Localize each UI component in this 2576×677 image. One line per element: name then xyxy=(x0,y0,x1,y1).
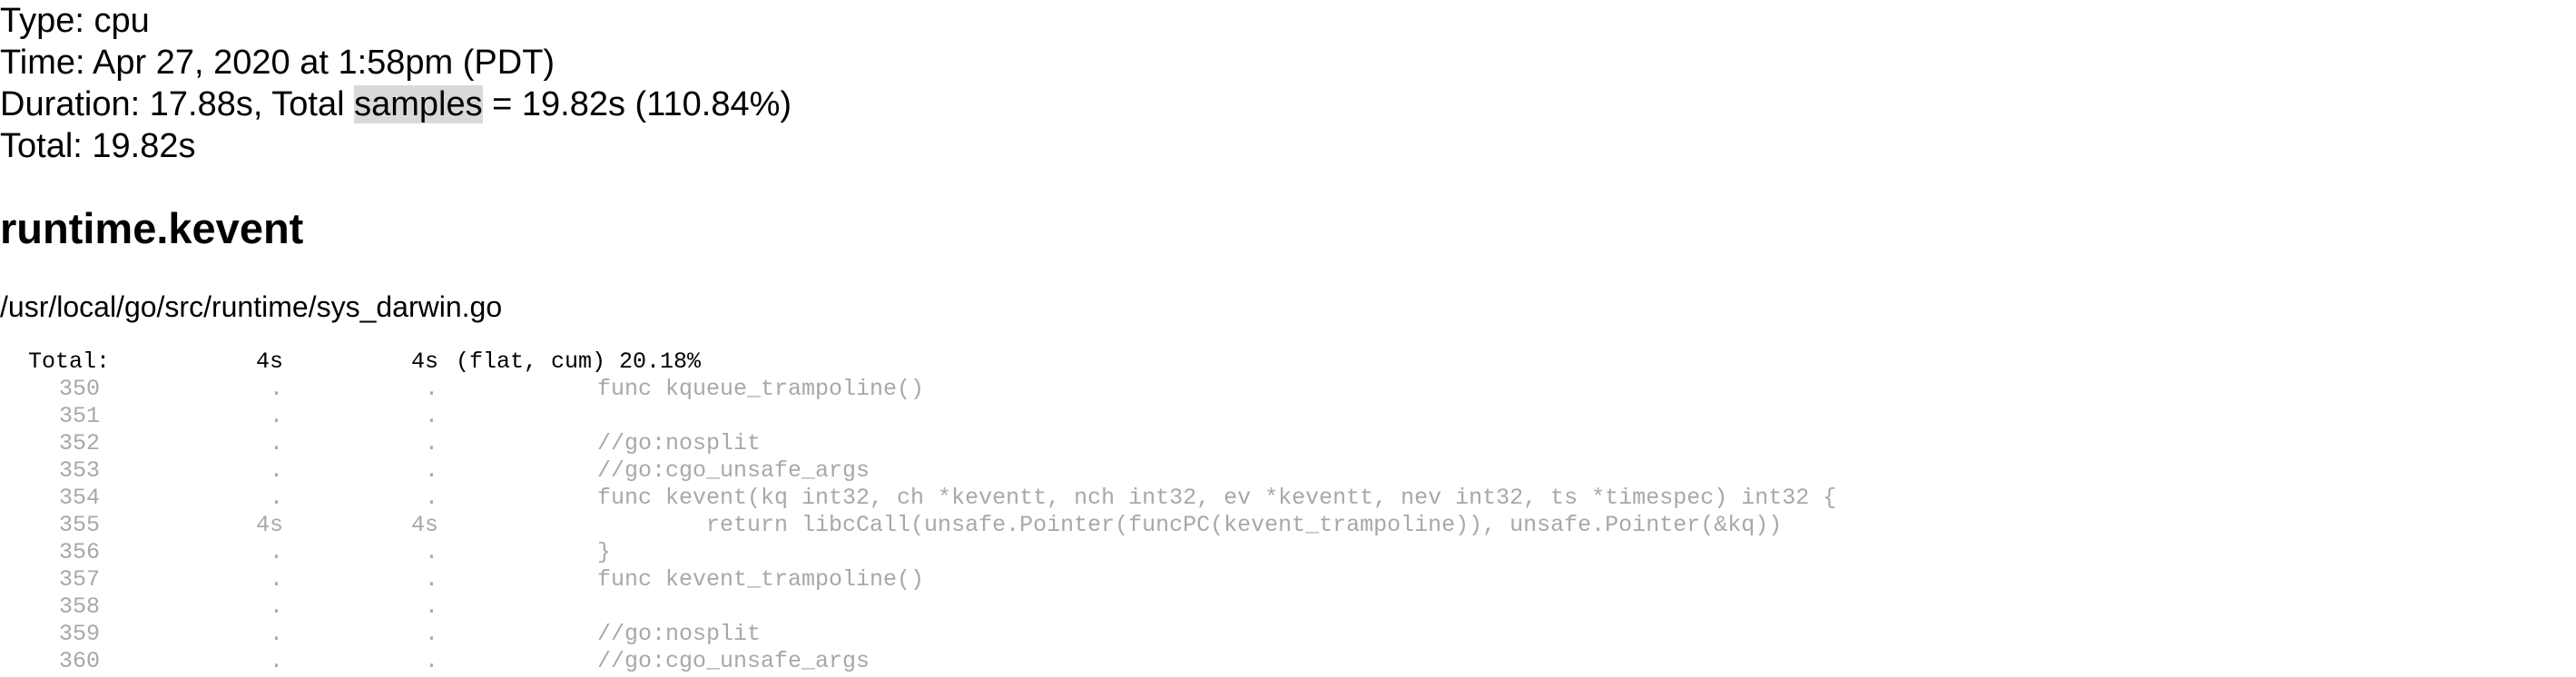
line-flat: . xyxy=(270,457,284,484)
line-code: } xyxy=(597,539,612,565)
total-flat: 4s xyxy=(256,348,284,375)
line-code: //go:nosplit xyxy=(597,430,762,456)
duration-prefix: Duration: 17.88s, Total xyxy=(0,85,355,123)
line-flat: 4s xyxy=(256,512,284,538)
line-flat: . xyxy=(270,621,284,647)
profile-header: Type: cpu Time: Apr 27, 2020 at 1:58pm (… xyxy=(0,0,791,167)
function-name: runtime.kevent xyxy=(0,204,304,252)
line-code: func kqueue_trampoline() xyxy=(597,376,925,402)
line-cum: . xyxy=(425,376,439,402)
line-number: 353 xyxy=(59,457,101,484)
line-flat: . xyxy=(270,539,284,565)
source-line: 356..} xyxy=(0,539,611,566)
line-flat: . xyxy=(270,376,284,402)
line-cum: . xyxy=(425,430,439,456)
source-line: 354.. func kevent(kq int32, ch *keventt, … xyxy=(0,485,1836,512)
profile-time: Time: Apr 27, 2020 at 1:58pm (PDT) xyxy=(0,44,556,82)
line-number: 355 xyxy=(59,512,101,538)
source-line: 353.. //go:cgo_unsafe_args xyxy=(0,457,870,485)
source-line: 350.. func kqueue_trampoline() xyxy=(0,376,924,403)
line-flat: . xyxy=(270,566,284,593)
line-number: 350 xyxy=(59,376,101,402)
line-flat: . xyxy=(270,430,284,456)
line-cum: . xyxy=(425,648,439,674)
line-number: 354 xyxy=(59,485,101,511)
line-code: //go:nosplit xyxy=(597,621,762,647)
line-cum: . xyxy=(425,566,439,593)
total-suffix: (flat, cum) 20.18% xyxy=(456,348,702,375)
line-cum: 4s xyxy=(411,512,439,538)
total-cum: 4s xyxy=(411,348,439,375)
source-line: 352.. //go:nosplit xyxy=(0,430,761,457)
line-cum: . xyxy=(425,594,439,620)
line-code: func kevent(kq int32, ch *keventt, nch i… xyxy=(597,485,1837,511)
line-cum: . xyxy=(425,621,439,647)
line-flat: . xyxy=(270,594,284,620)
profile-total: Total: 19.82s xyxy=(0,127,196,165)
line-flat: . xyxy=(270,403,284,429)
source-file-path: /usr/local/go/src/runtime/sys_darwin.go xyxy=(0,290,503,323)
source-listing: Total: 4s 4s (flat, cum) 20.18% 350.. fun… xyxy=(0,348,1836,675)
source-line: 359.. //go:nosplit xyxy=(0,621,761,648)
total-label: Total: xyxy=(28,348,111,375)
line-flat: . xyxy=(270,485,284,511)
source-line: 355 4s 4s return libcCall(unsafe.Pointer(f… xyxy=(0,512,1782,539)
line-number: 360 xyxy=(59,648,101,674)
line-code: func kevent_trampoline() xyxy=(597,566,925,593)
duration-suffix: = 19.82s (110.84%) xyxy=(482,85,792,123)
line-number: 359 xyxy=(59,621,101,647)
line-cum: . xyxy=(425,539,439,565)
line-cum: . xyxy=(425,457,439,484)
line-cum: . xyxy=(425,403,439,429)
listing-total-row: Total: 4s 4s (flat, cum) 20.18% xyxy=(0,348,701,376)
line-cum: . xyxy=(425,485,439,511)
source-line: 351.. xyxy=(0,403,438,430)
source-line: 357.. func kevent_trampoline() xyxy=(0,566,924,594)
samples-highlight: samples xyxy=(354,85,483,123)
line-number: 357 xyxy=(59,566,101,593)
line-number: 352 xyxy=(59,430,101,456)
line-number: 358 xyxy=(59,594,101,620)
line-number: 351 xyxy=(59,403,101,429)
line-flat: . xyxy=(270,648,284,674)
profile-type: Type: cpu xyxy=(0,2,150,40)
line-code: //go:cgo_unsafe_args xyxy=(597,648,870,674)
line-code: //go:cgo_unsafe_args xyxy=(597,457,870,484)
line-number: 356 xyxy=(59,539,101,565)
line-code: return libcCall(unsafe.Pointer(funcPC(ke… xyxy=(597,512,1783,538)
source-line: 358.. xyxy=(0,594,438,621)
source-line: 360.. //go:cgo_unsafe_args xyxy=(0,648,870,675)
profile-duration: Duration: 17.88s, Total samples = 19.82s… xyxy=(0,83,791,125)
